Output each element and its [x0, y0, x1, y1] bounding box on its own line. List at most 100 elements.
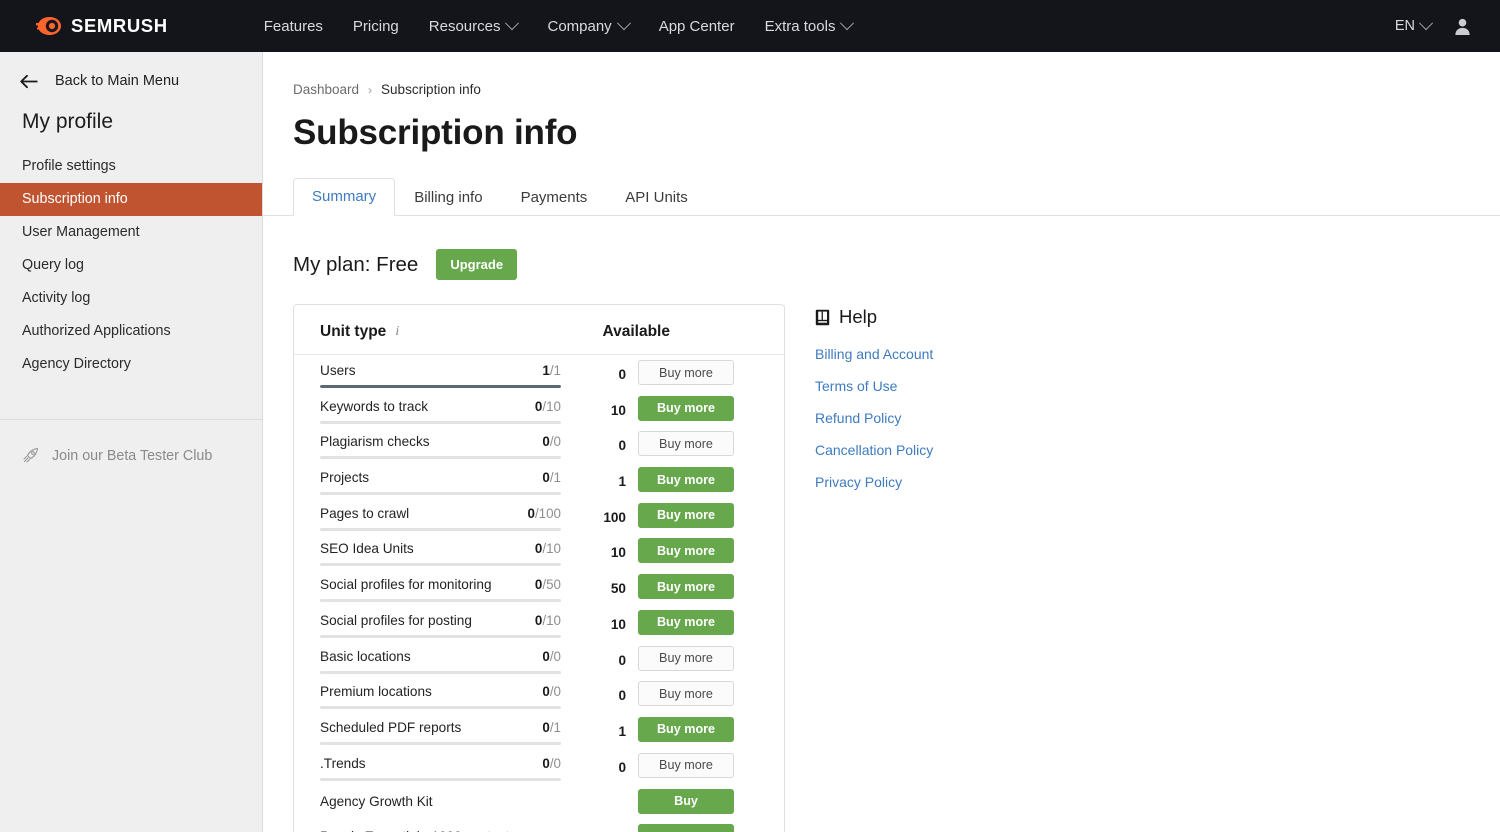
main-content: Dashboard › Subscription info Subscripti… — [263, 52, 1500, 832]
beta-label: Join our Beta Tester Club — [52, 447, 213, 464]
buy-button-cell: Buy more — [634, 641, 734, 671]
info-icon[interactable]: i — [395, 324, 399, 340]
available-value: 10 — [610, 616, 626, 632]
nav-item-features[interactable]: Features — [264, 18, 323, 35]
tab-bar: Summary Billing info Payments API Units — [263, 177, 1500, 216]
tab-label: API Units — [625, 189, 688, 206]
unit-fraction: 0/1 — [542, 719, 561, 735]
unit-cell: Projects 0/1 — [320, 462, 561, 496]
unit-fraction: 0/10 — [534, 398, 561, 414]
help-link-privacy-policy[interactable]: Privacy Policy — [815, 474, 1135, 490]
help-link-refund-policy[interactable]: Refund Policy — [815, 410, 1135, 426]
back-to-main-menu-button[interactable]: Back to Main Menu — [0, 64, 262, 98]
nav-label: App Center — [658, 17, 735, 35]
nav-item-pricing[interactable]: Pricing — [353, 18, 399, 35]
buy-more-button[interactable]: Buy more — [638, 609, 734, 635]
sidebar-item-agency-directory[interactable]: Agency Directory — [0, 348, 262, 381]
buy-more-button[interactable]: Buy more — [638, 360, 734, 385]
table-row: Agency Growth Kit Buy — [294, 783, 784, 819]
unit-fraction: 0/1 — [542, 470, 561, 486]
usage-bar — [320, 456, 561, 460]
sidebar-item-profile-settings[interactable]: Profile settings — [0, 150, 262, 183]
breadcrumb-separator-icon: › — [368, 82, 373, 97]
beta-tester-club-link[interactable]: Join our Beta Tester Club — [0, 420, 262, 464]
sidebar-item-authorized-applications[interactable]: Authorized Applications — [0, 315, 262, 348]
breadcrumb-dashboard[interactable]: Dashboard — [293, 82, 359, 97]
nav-label: Company — [547, 17, 612, 35]
content-columns: Unit type i Available Users 1/1 0 Buy more K… — [263, 304, 1500, 832]
chevron-down-icon — [840, 16, 855, 31]
help-header: Help — [815, 306, 1135, 328]
unit-fraction: 0/10 — [534, 541, 561, 557]
buy-more-button[interactable]: Buy more — [638, 681, 734, 707]
buy-more-button[interactable]: Buy more — [638, 395, 734, 421]
sidebar-item-query-log[interactable]: Query log — [0, 249, 262, 282]
tab-payments[interactable]: Payments — [502, 179, 607, 216]
nav-label: Pricing — [352, 17, 399, 35]
tab-api-units[interactable]: API Units — [606, 179, 707, 216]
sidebar-item-label: Agency Directory — [22, 356, 131, 372]
chevron-down-icon — [1418, 16, 1434, 31]
unit-name: Keywords to track — [320, 398, 429, 414]
unit-name: .Trends — [320, 755, 366, 771]
buy-button-cell: Buy — [634, 824, 734, 832]
buy-button-cell: Buy more — [634, 462, 734, 493]
help-title: Help — [839, 306, 878, 327]
buy-more-button[interactable]: Buy more — [638, 538, 734, 564]
table-row: Social profiles for monitoring 0/50 50 Buy … — [294, 569, 784, 605]
sidebar-item-label: Activity log — [22, 290, 91, 306]
unit-table-header: Unit type i Available — [294, 305, 784, 355]
sidebar-item-activity-log[interactable]: Activity log — [0, 282, 262, 315]
unit-cell: Basic locations 0/0 — [320, 641, 561, 674]
sidebar-item-user-management[interactable]: User Management — [0, 216, 262, 249]
buy-button[interactable]: Buy — [638, 788, 734, 814]
unit-fraction: 0/0 — [542, 648, 561, 664]
brand-name: SEMRUSH — [71, 15, 168, 36]
nav-item-app-center[interactable]: App Center — [659, 18, 735, 35]
user-avatar-icon[interactable] — [1453, 17, 1472, 36]
buy-button-cell: Buy more — [634, 748, 734, 778]
rocket-icon — [23, 447, 39, 463]
buy-button[interactable]: Buy — [638, 824, 734, 832]
upgrade-button[interactable]: Upgrade — [436, 249, 518, 280]
tab-summary[interactable]: Summary — [293, 178, 396, 216]
buy-more-button[interactable]: Buy more — [638, 467, 734, 493]
table-row: SEO Idea Units 0/10 10 Buy more — [294, 533, 784, 569]
help-link-billing-and-account[interactable]: Billing and Account — [815, 346, 1135, 362]
buy-more-button[interactable]: Buy more — [638, 502, 734, 528]
sidebar-item-subscription-info[interactable]: Subscription info — [0, 183, 262, 216]
buy-more-button[interactable]: Buy more — [638, 752, 734, 778]
language-selector[interactable]: EN — [1395, 16, 1434, 34]
unit-line: Keywords to track 0/10 — [320, 399, 561, 414]
buy-more-button[interactable]: Buy more — [638, 716, 734, 742]
buy-more-button[interactable]: Buy more — [638, 431, 734, 457]
nav-item-extra-tools[interactable]: Extra tools — [765, 16, 855, 35]
unit-line: Pages to crawl 0/100 — [320, 506, 561, 521]
tab-label: Summary — [312, 188, 377, 205]
usage-bar — [320, 599, 561, 603]
column-header-unit-type: Unit type i — [320, 323, 399, 341]
usage-bar — [320, 385, 561, 388]
help-link-terms-of-use[interactable]: Terms of Use — [815, 378, 1135, 394]
unit-cell: Agency Growth Kit — [320, 794, 561, 809]
buy-more-button[interactable]: Buy more — [638, 645, 734, 671]
available-value: 1 — [618, 723, 626, 739]
tab-billing-info[interactable]: Billing info — [395, 179, 501, 216]
semrush-logo[interactable]: SEMRUSH — [36, 15, 168, 37]
unit-name: Pages to crawl — [320, 505, 410, 521]
unit-line: Social profiles for posting 0/10 — [320, 613, 561, 628]
unit-cell: .Trends 0/0 — [320, 748, 561, 781]
nav-item-resources[interactable]: Resources — [428, 16, 520, 35]
page-title: Subscription info — [293, 113, 578, 152]
unit-fraction: 0/0 — [542, 755, 561, 771]
sidebar: Back to Main Menu My profile Profile set… — [0, 52, 263, 832]
nav-item-company[interactable]: Company — [547, 16, 631, 35]
buy-button-cell: Buy more — [634, 391, 734, 421]
help-link-cancellation-policy[interactable]: Cancellation Policy — [815, 442, 1135, 458]
sidebar-item-label: Authorized Applications — [22, 323, 171, 339]
usage-bar — [320, 670, 561, 674]
nav-label: Resources — [428, 17, 501, 35]
buy-button-cell: Buy more — [634, 712, 734, 742]
buy-button-cell: Buy more — [634, 569, 734, 600]
buy-more-button[interactable]: Buy more — [638, 574, 734, 600]
